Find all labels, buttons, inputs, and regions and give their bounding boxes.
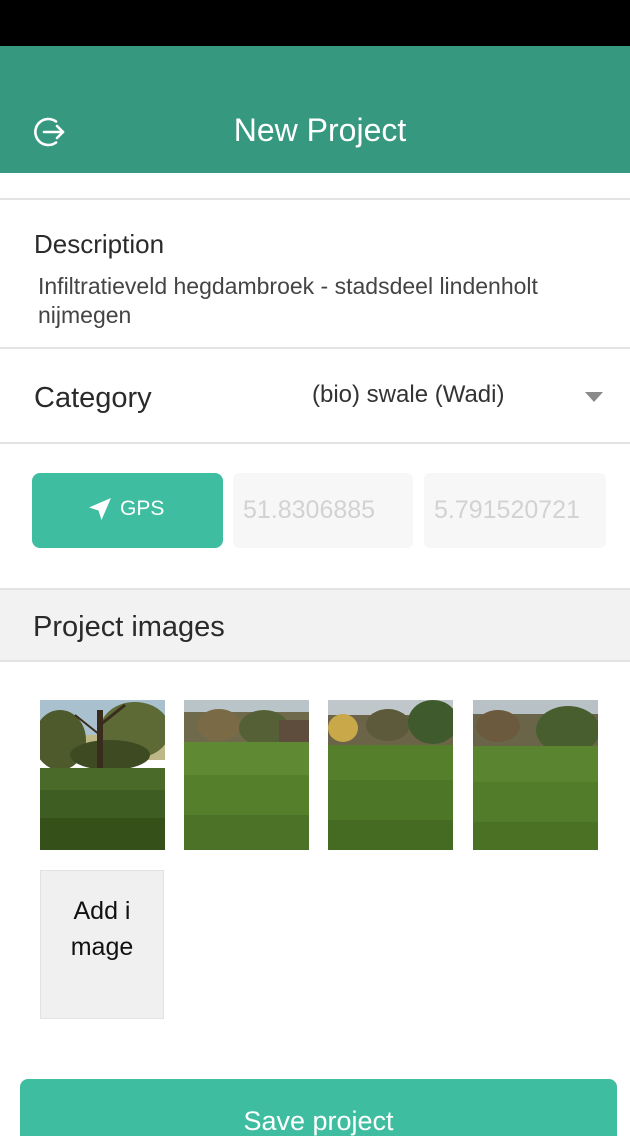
gps-button-label: GPS [120,497,165,520]
page-title: New Project [233,112,407,148]
project-image-thumbnail[interactable] [40,700,165,850]
project-image-thumbnail[interactable] [473,700,598,850]
add-image-button[interactable]: Add image [40,870,164,1019]
new-project-screen: New Project Description Infiltratieveld … [0,0,630,1136]
category-label: Category [34,382,152,414]
latitude-input[interactable]: 51.8306885 [233,473,413,548]
description-field[interactable]: Infiltratieveld hegdambroek - stadsdeel … [38,272,598,330]
location-arrow-icon [89,498,111,520]
category-selected-value: (bio) swale (Wadi) [312,381,505,408]
nav-bar: New Project [0,46,630,173]
caret-down-icon [585,392,603,402]
category-select[interactable]: (bio) swale (Wadi) [300,370,610,422]
divider [0,347,630,349]
description-label: Description [34,229,165,259]
gps-button[interactable]: GPS [32,473,223,548]
divider [0,198,630,200]
longitude-input[interactable]: 5.791520721 [424,473,606,548]
project-images-title: Project images [33,611,225,643]
project-image-thumbnail[interactable] [328,700,453,850]
project-images-header: Project images [0,588,630,662]
save-project-button[interactable]: Save project [20,1079,617,1136]
divider [0,442,630,444]
add-image-label: Add image [70,897,134,961]
project-image-thumbnail[interactable] [184,700,309,850]
status-bar [0,0,630,46]
